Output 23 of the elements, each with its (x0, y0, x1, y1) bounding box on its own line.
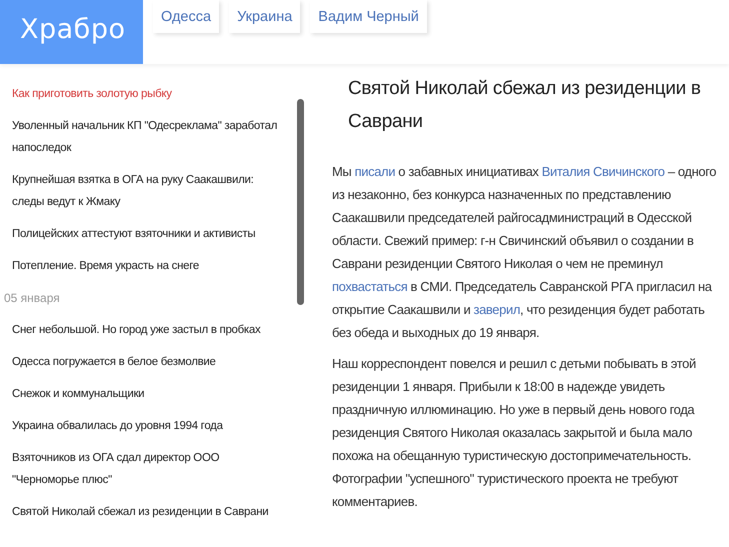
inline-link[interactable]: писали (354, 164, 396, 179)
nav-tab[interactable]: Одесса (153, 0, 220, 33)
news-link[interactable]: Крупнейшая взятка в ОГА на руку Саакашвили: следы ведут к Жмаку (12, 164, 284, 218)
news-link[interactable]: Снег небольшой. Но город уже застыл в пробках (12, 314, 284, 346)
news-link[interactable]: Святой Николай сбежал из резиденции в Саврани (12, 496, 284, 528)
date-heading: 05 января (4, 290, 61, 307)
news-link[interactable]: Потепление. Время украсть на снеге (12, 250, 284, 282)
inline-link[interactable]: заверил (474, 302, 520, 317)
news-link[interactable]: Снежок и коммунальщики (12, 378, 284, 410)
news-link[interactable]: Взяточников из ОГА сдал директор ООО "Черноморье плюс" (12, 442, 284, 496)
inline-link[interactable]: похвастаться (332, 279, 408, 294)
scrollbar[interactable] (297, 99, 304, 305)
news-link[interactable]: Полицейских аттестуют взяточники и активисты (12, 218, 284, 250)
news-link[interactable]: Одесса погружается в белое безмолвие (12, 346, 284, 378)
article-title: Святой Николай сбежал из резиденции в Саврани (348, 77, 702, 134)
nav-tab[interactable]: Вадим Черный (310, 0, 427, 33)
article-paragraph: Мы писали о забавных инициативах Виталия Свичинского – одного из незаконно, без конкурса назначенных по представлению Саакашвили председателей райгосадминистраций в Одесской области. Свежий пример: г-н Свичинский объявил о создании в Саврани резиденции Святого Николая о чем не преминул похвастаться в СМИ. Председатель Савранской РГА пригласил на открытие Саакашвили и заверил, что резиденция будет работать без обеда и выходных до 19 января. (332, 163, 718, 342)
article-paragraph: Наш корреспондент повелся и решил с детьми побывать в этой резиденции 1 января. Прибыли к 18:00 в надежде увидеть праздничную иллюминацию. Но уже в первый день нового года резиденция Святого Николая оказалась закрытой и была мало похожа на обещанную туристическую достопримечательность. Фотографии "успешного" туристического проекта не требуют комментариев. (332, 355, 697, 511)
nav-tab[interactable]: Украина (229, 0, 300, 33)
inline-link[interactable]: Виталия Свичинского (542, 164, 665, 179)
news-link[interactable]: Украина обвалилась до уровня 1994 года (12, 410, 284, 442)
news-link[interactable]: Как приготовить золотую рыбку (12, 78, 284, 110)
news-link[interactable]: Уволенный начальник КП "Одесреклама" заработал напоследок (12, 110, 284, 164)
